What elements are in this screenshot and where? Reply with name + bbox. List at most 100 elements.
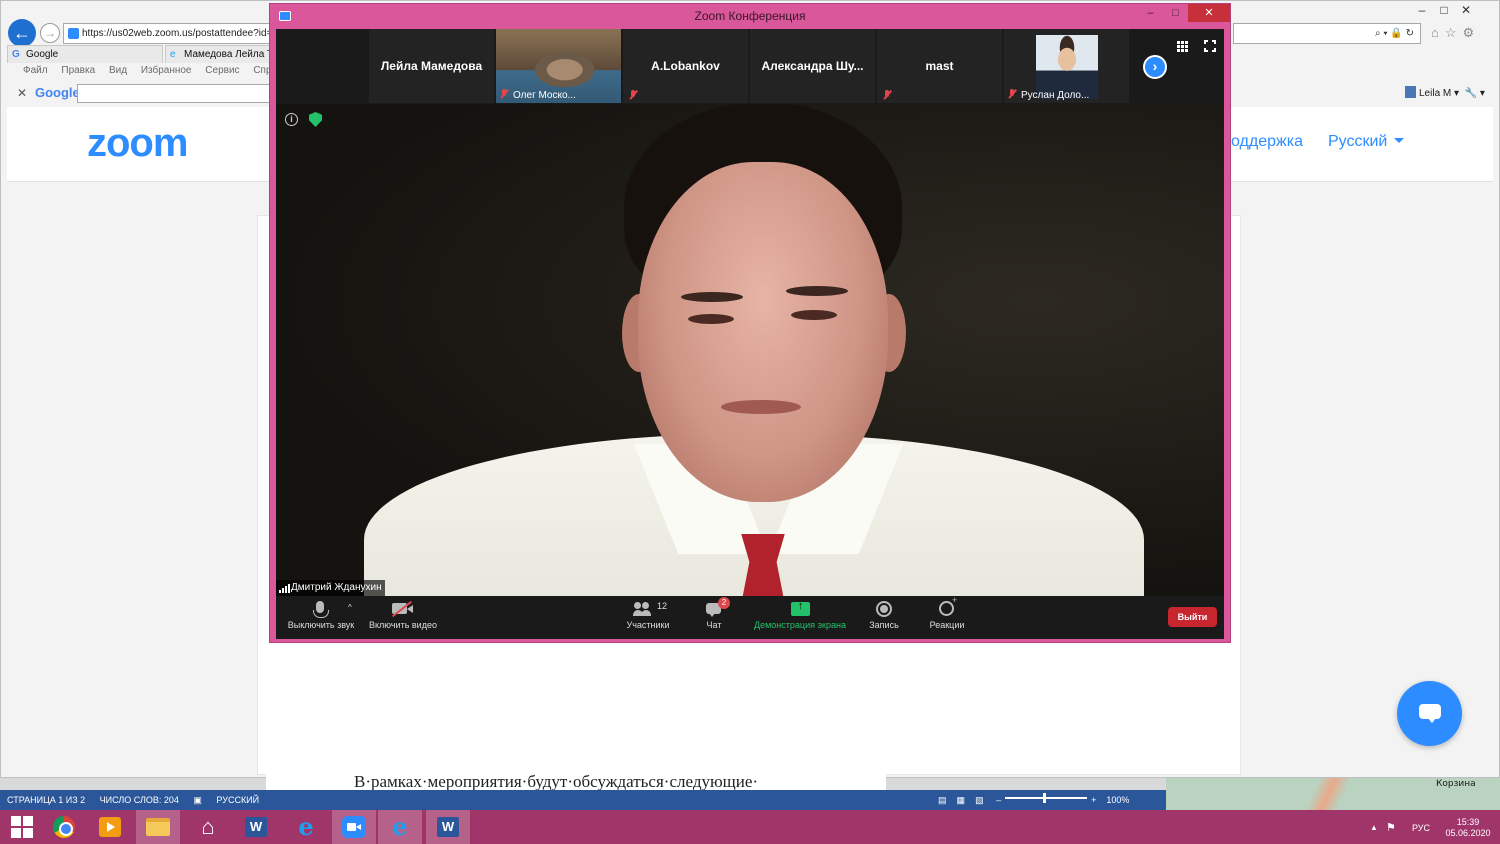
start-button[interactable] xyxy=(0,810,44,844)
reactions-icon xyxy=(939,595,957,616)
thumbnail-leyla[interactable]: Лейла Мамедова xyxy=(369,29,494,103)
google-search-input[interactable] xyxy=(77,84,271,103)
zoom-out-icon[interactable]: – xyxy=(996,795,1001,805)
tab-mamedova[interactable]: e Мамедова Лейла То xyxy=(165,45,271,63)
thumbnail-mast[interactable]: mast xyxy=(877,29,1002,103)
chat-button[interactable]: 2 Чат xyxy=(669,597,759,630)
word-icon: W xyxy=(245,817,267,837)
taskbar-ie-2[interactable]: e xyxy=(378,810,422,844)
thumbnail-oleg[interactable]: Олег Моско... xyxy=(496,29,621,103)
audio-options-caret-icon[interactable]: ^ xyxy=(348,603,352,612)
minimize-icon[interactable]: – xyxy=(1138,4,1163,22)
favorites-star-icon[interactable]: ☆ xyxy=(1445,25,1463,40)
minimize-icon[interactable]: – xyxy=(1411,3,1433,17)
google-toolbar-logo: Google xyxy=(35,85,80,100)
gallery-view-icon[interactable] xyxy=(1177,41,1188,52)
taskbar-explorer[interactable] xyxy=(136,810,180,844)
zoom-logo[interactable]: zoom xyxy=(87,121,188,166)
menu-edit[interactable]: Правка xyxy=(61,65,95,76)
maximize-icon[interactable]: □ xyxy=(1433,3,1455,17)
word-document-text[interactable]: В·рамках·мероприятия·будут·обсуждаться·с… xyxy=(354,772,758,790)
close-toolbar-icon[interactable]: ✕ xyxy=(17,86,27,100)
back-button[interactable]: ← xyxy=(8,19,36,47)
recycle-bin-label[interactable]: Корзина xyxy=(1436,779,1476,789)
signal-strength-icon xyxy=(279,584,290,593)
leave-meeting-button[interactable]: Выйти xyxy=(1168,607,1217,627)
mute-label: Выключить звук xyxy=(287,620,355,630)
taskbar-zoom[interactable] xyxy=(332,810,376,844)
speaker-mouth xyxy=(721,400,801,414)
home-icon[interactable]: ⌂ xyxy=(1431,25,1445,40)
word-count[interactable]: ЧИСЛО СЛОВ: 204 xyxy=(100,795,179,805)
tab-google[interactable]: G Google xyxy=(7,45,163,63)
start-video-button[interactable]: Включить видео xyxy=(358,599,448,630)
taskbar-media-player[interactable] xyxy=(88,810,132,844)
gear-icon[interactable]: ⚙ xyxy=(1463,25,1481,40)
search-icon[interactable]: ⌕ ▾ 🔒 ↻ xyxy=(1375,28,1414,39)
google-toolbar: ✕ Google xyxy=(7,83,271,105)
speaker-eye xyxy=(791,310,837,320)
word-icon: W xyxy=(437,817,459,837)
video-label: Включить видео xyxy=(369,620,437,630)
nav-support-link[interactable]: оддержка xyxy=(1231,133,1303,151)
maximize-icon[interactable]: □ xyxy=(1163,4,1188,22)
taskbar-ie-1[interactable]: e xyxy=(284,810,328,844)
clock-date: 05.06.2020 xyxy=(1445,828,1491,838)
user-icon xyxy=(1405,86,1416,98)
clock[interactable]: 15:39 05.06.2020 xyxy=(1443,817,1493,839)
address-bar-actions[interactable]: ⌕ ▾ 🔒 ↻ xyxy=(1233,23,1421,44)
next-page-button[interactable]: › xyxy=(1143,55,1167,79)
user-menu[interactable]: Leila M ▾ 🔧 ▾ xyxy=(1405,86,1485,99)
read-mode-icon[interactable]: ▤ xyxy=(938,795,947,805)
taskbar-word-2[interactable]: W xyxy=(426,810,470,844)
zoom-level[interactable]: 100% xyxy=(1106,795,1129,805)
word-document-page: В·рамках·мероприятия·будут·обсуждаться·с… xyxy=(266,772,886,790)
thumbnail-aleksandra[interactable]: Александра Шу... xyxy=(750,29,875,103)
support-chat-button[interactable] xyxy=(1397,681,1462,746)
speaker-eye xyxy=(688,314,734,324)
tab-google-label: Google xyxy=(26,49,59,60)
taskbar-word-1[interactable]: W xyxy=(234,810,278,844)
participant-name: A.Lobankov xyxy=(651,59,720,73)
input-language[interactable]: РУС xyxy=(1412,823,1430,833)
record-icon xyxy=(876,601,892,617)
menu-tools[interactable]: Сервис xyxy=(205,65,239,76)
user-name: Leila M xyxy=(1419,88,1452,99)
page-count[interactable]: СТРАНИЦА 1 ИЗ 2 xyxy=(7,795,85,805)
document-language[interactable]: РУССКИЙ xyxy=(216,795,259,805)
zoom-in-icon[interactable]: + xyxy=(1091,795,1096,805)
mute-button[interactable]: ^ Выключить звук xyxy=(276,599,366,630)
language-dropdown[interactable]: Русский xyxy=(1328,133,1404,151)
participant-caption: Олег Моско... xyxy=(500,89,576,101)
participant-thumbnail-strip: Лейла Мамедова Олег Моско... A.Lobankov … xyxy=(276,29,1224,104)
forward-button[interactable]: → xyxy=(40,23,60,43)
zoom-meeting-window: Zoom Конференция – □ ✕ Лейла Мамедова Олег… xyxy=(269,3,1231,643)
browser-toolbar-icons: ⌂☆⚙ xyxy=(1431,25,1480,41)
address-bar[interactable]: https://us02web.zoom.us/postattendee?id=… xyxy=(63,23,270,44)
web-layout-icon[interactable]: ▧ xyxy=(975,795,984,805)
close-icon[interactable]: ✕ xyxy=(1455,3,1477,17)
menu-view[interactable]: Вид xyxy=(109,65,127,76)
reactions-button[interactable]: Реакции xyxy=(902,595,992,630)
media-player-icon xyxy=(99,817,121,837)
taskbar-chrome[interactable] xyxy=(42,810,86,844)
thumbnail-lobankov[interactable]: A.Lobankov xyxy=(623,29,748,103)
share-screen-button[interactable]: Демонстрация экрана xyxy=(752,599,848,630)
ie-icon: e xyxy=(392,812,408,841)
thumbnail-ruslan[interactable]: Руслан Доло... xyxy=(1004,29,1129,103)
action-center-flag-icon[interactable]: ⚑ xyxy=(1386,821,1396,834)
chat-bubble-icon xyxy=(1419,704,1441,723)
speaker-name-label: Дмитрий Жданухин xyxy=(276,580,385,596)
wrench-icon[interactable]: 🔧 xyxy=(1465,88,1477,99)
taskbar-home[interactable]: ⌂ xyxy=(186,810,230,844)
menu-favorites[interactable]: Избранное xyxy=(141,65,192,76)
menu-file[interactable]: Файл xyxy=(23,65,48,76)
fullscreen-icon[interactable] xyxy=(1203,39,1217,53)
proofing-icon[interactable]: ▣ xyxy=(193,795,202,805)
meeting-info-icon[interactable]: i xyxy=(285,113,298,126)
zoom-slider[interactable] xyxy=(1005,793,1088,803)
encryption-shield-icon[interactable] xyxy=(309,112,322,127)
close-icon[interactable]: ✕ xyxy=(1188,4,1230,22)
tray-expand-icon[interactable]: ▲ xyxy=(1370,823,1378,832)
print-layout-icon[interactable]: ▦ xyxy=(957,795,966,805)
